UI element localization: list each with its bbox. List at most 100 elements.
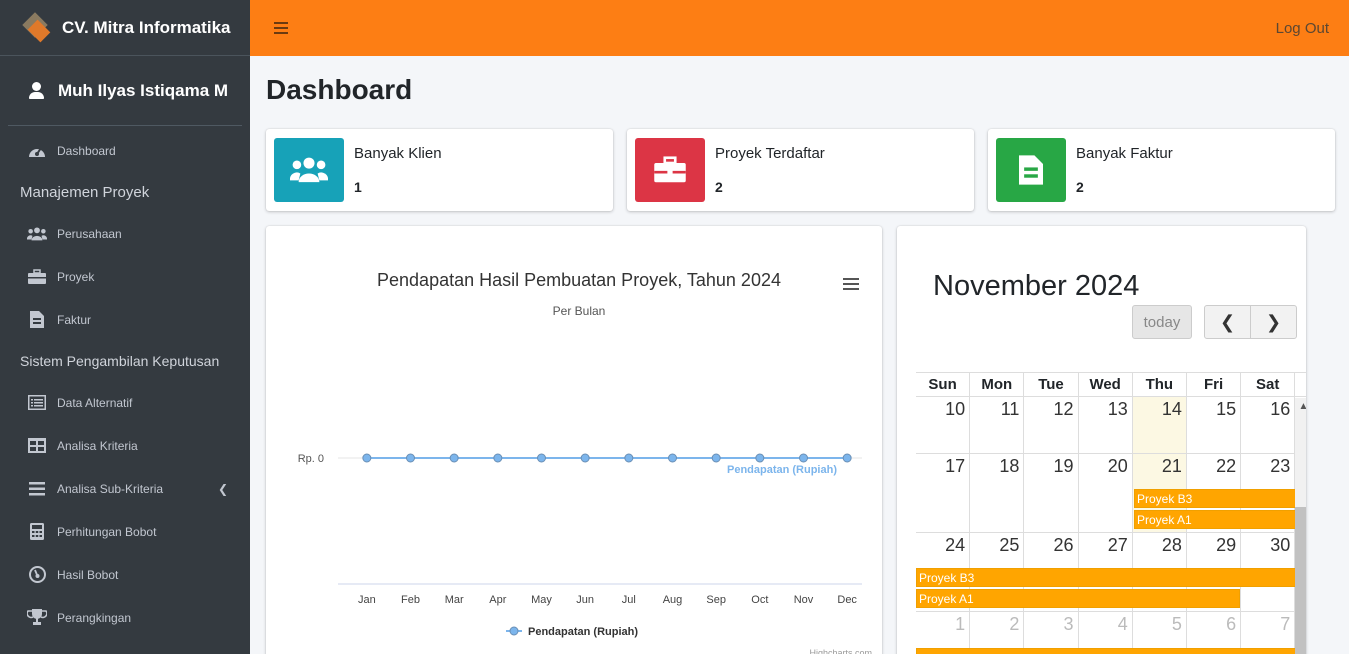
weekday-label: Fri <box>1187 373 1242 396</box>
user-name: Muh Ilyas Istiqama M <box>58 80 229 100</box>
data-point <box>580 453 590 463</box>
sidebar-item-hasil-bobot[interactable]: Hasil Bobot <box>0 553 250 596</box>
sidebar-item-analisa-sub-kriteria[interactable]: Analisa Sub-Kriteria ❮ <box>0 467 250 510</box>
info-box-value: 2 <box>715 179 723 195</box>
sidebar-item-perhitungan-bobot[interactable]: Perhitungan Bobot <box>0 510 250 553</box>
sidebar-item-perusahaan[interactable]: Perusahaan <box>0 212 250 255</box>
calendar-day[interactable]: 14 <box>1132 397 1187 453</box>
info-box-label: Banyak Klien <box>354 145 442 162</box>
calendar-day[interactable]: 12 <box>1024 397 1079 453</box>
data-point <box>799 453 808 463</box>
hamburger-icon[interactable] <box>274 22 288 34</box>
x-tick-label: Mar <box>445 594 464 606</box>
sidebar-item-label: Data Alternatif <box>57 395 133 410</box>
bars-icon <box>27 480 47 498</box>
weekday-label: Thu <box>1133 373 1187 396</box>
calendar-weekday-header: Sun Mon Tue Wed Thu Fri Sat <box>916 372 1306 397</box>
sidebar-item-label: Faktur <box>57 312 92 327</box>
brand-name: CV. Mitra Informatika <box>62 17 231 37</box>
calendar-event[interactable] <box>916 648 1296 654</box>
sidebar-item-label: Proyek <box>57 269 95 284</box>
data-point <box>537 453 546 463</box>
user-panel[interactable]: Muh Ilyas Istiqama M <box>8 56 242 126</box>
gauge-icon <box>27 566 47 584</box>
sidebar-item-label: Perusahaan <box>57 226 122 241</box>
calendar-event[interactable]: Proyek A1 <box>916 589 1240 608</box>
x-tick-label: Sep <box>706 594 726 606</box>
logout-link[interactable]: Log Out <box>1276 20 1329 37</box>
tachometer-icon <box>27 142 47 160</box>
weekday-label: Sat <box>1241 373 1296 396</box>
next-month-button[interactable]: ❯ <box>1251 306 1296 338</box>
chevron-left-icon[interactable]: ❮ <box>218 482 228 496</box>
calendar-grid: Sun Mon Tue Wed Thu Fri Sat 10 11 12 13 … <box>916 372 1306 654</box>
line-chart: Rp. 0 Jan Feb Mar Apr May Jun Jul Aug Sep Oct Nov De… <box>298 453 872 654</box>
sidebar-item-analisa-kriteria[interactable]: Analisa Kriteria <box>0 424 250 467</box>
calendar-day[interactable]: 11 <box>970 397 1025 453</box>
y-tick-label: Rp. 0 <box>298 453 324 465</box>
x-tick-label: Jun <box>576 594 594 606</box>
calendar-day[interactable]: 13 <box>1079 397 1133 453</box>
sidebar-item-data-alternatif[interactable]: Data Alternatif <box>0 381 250 424</box>
data-point <box>668 453 677 463</box>
brand-logo-icon <box>20 11 52 44</box>
calendar-event[interactable]: Proyek B3 <box>1134 489 1296 508</box>
info-icon-box <box>635 138 705 202</box>
sidebar-item-perangkingan[interactable]: Perangkingan <box>0 596 250 639</box>
calendar-day[interactable]: 15 <box>1187 397 1242 453</box>
x-tick-label: Nov <box>794 594 814 606</box>
chart-card: Pendapatan Hasil Pembuatan Proyek, Tahun… <box>266 226 882 654</box>
calendar-event[interactable]: Proyek A1 <box>1134 510 1296 529</box>
calendar-card: November 2024 today ❮ ❯ Sun Mon Tue Wed … <box>897 226 1306 654</box>
info-box-label: Proyek Terdaftar <box>715 145 825 162</box>
nav-header-manajemen: Manajemen Proyek <box>20 183 150 201</box>
info-icon-box <box>274 138 344 202</box>
info-box-klien: Banyak Klien 1 <box>266 129 613 211</box>
data-point <box>449 453 459 463</box>
x-tick-label: Dec <box>837 594 857 606</box>
legend-symbol-point <box>509 626 519 636</box>
x-tick-label: Jan <box>358 594 376 606</box>
weekday-label: Mon <box>970 373 1025 396</box>
series-label: Pendapatan (Rupiah) <box>727 464 837 476</box>
main-content: Dashboard Banyak Klien 1 Proyek Terdafta… <box>250 56 1349 654</box>
x-tick-label: Jul <box>622 594 636 606</box>
briefcase-icon <box>654 156 686 183</box>
data-point <box>493 453 503 463</box>
sidebar-item-faktur[interactable]: Faktur <box>0 298 250 341</box>
sidebar: CV. Mitra Informatika Muh Ilyas Istiqama… <box>0 0 250 654</box>
calendar-week: 1 2 3 4 5 6 7 <box>916 612 1306 654</box>
users-icon <box>290 157 328 183</box>
calendar-day[interactable]: 20 <box>1079 454 1133 532</box>
calendar-day[interactable]: 10 <box>916 397 971 453</box>
legend-item: Pendapatan (Rupiah) <box>528 626 638 638</box>
calculator-icon <box>27 523 47 541</box>
info-box-value: 2 <box>1076 179 1084 195</box>
info-box-label: Banyak Faktur <box>1076 145 1173 162</box>
today-button[interactable]: today <box>1132 305 1192 339</box>
weekday-label: Wed <box>1079 373 1133 396</box>
calendar-day[interactable]: 19 <box>1024 454 1079 532</box>
scroll-up-icon[interactable]: ▲ <box>1295 398 1306 415</box>
info-box-value: 1 <box>354 179 362 195</box>
prev-month-button[interactable]: ❮ <box>1205 306 1251 338</box>
calendar-day[interactable]: 18 <box>970 454 1025 532</box>
calendar-day[interactable]: 17 <box>916 454 971 532</box>
data-point <box>624 453 634 463</box>
user-icon <box>28 81 44 100</box>
calendar-scrollbar-thumb[interactable] <box>1295 507 1306 654</box>
page-title: Dashboard <box>266 74 413 105</box>
top-navbar: Log Out <box>250 0 1349 56</box>
list-icon <box>27 394 47 412</box>
calendar-day[interactable]: 16 <box>1241 397 1296 453</box>
data-point <box>842 453 852 463</box>
sidebar-item-proyek[interactable]: Proyek <box>0 255 250 298</box>
info-box-proyek: Proyek Terdaftar 2 <box>627 129 974 211</box>
calendar-event[interactable]: Proyek B3 <box>916 568 1296 587</box>
brand[interactable]: CV. Mitra Informatika <box>0 0 250 56</box>
sidebar-item-dashboard[interactable]: Dashboard <box>0 129 250 172</box>
data-point <box>406 453 415 463</box>
calendar-week: 10 11 12 13 14 15 16 <box>916 397 1306 454</box>
briefcase-icon <box>27 268 47 286</box>
table-icon <box>27 437 47 455</box>
